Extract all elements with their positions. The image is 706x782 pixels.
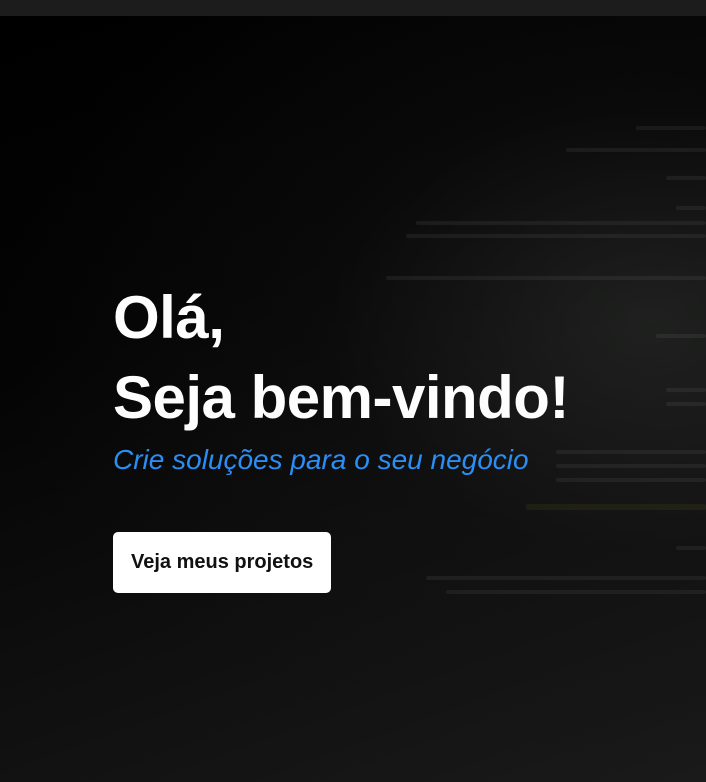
hero-heading: Olá, Seja bem-vindo! — [113, 278, 569, 438]
hero-section: Olá, Seja bem-vindo! Crie soluções para … — [0, 16, 706, 782]
top-bar — [0, 0, 706, 16]
view-projects-button[interactable]: Veja meus projetos — [113, 532, 332, 593]
greeting-line-2: Seja bem-vindo! — [113, 364, 569, 431]
hero-subtitle: Crie soluções para o seu negócio — [113, 444, 529, 475]
hero-content: Olá, Seja bem-vindo! Crie soluções para … — [113, 278, 569, 593]
greeting-line-1: Olá, — [113, 284, 225, 351]
